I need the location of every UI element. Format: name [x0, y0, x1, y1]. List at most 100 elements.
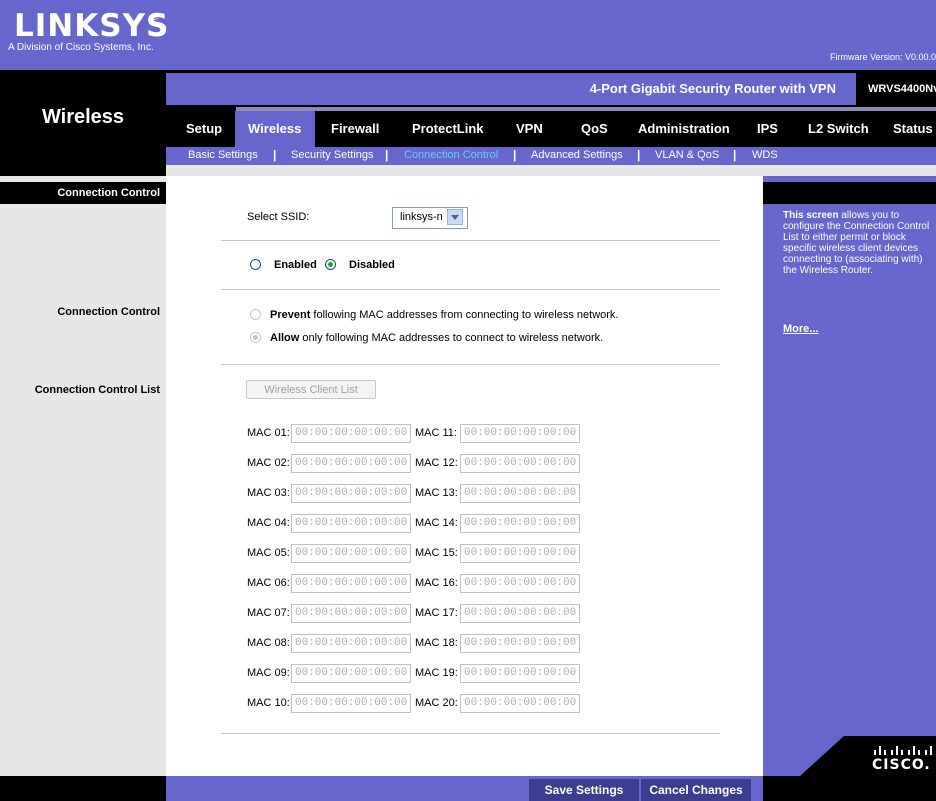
mac-label: MAC 05:: [247, 547, 290, 559]
mac-address-input[interactable]: 00:00:00:00:00:00: [460, 514, 580, 533]
ssid-select-value: linksys-n: [400, 211, 443, 223]
subtab-wds[interactable]: WDS: [752, 149, 778, 161]
divider: [221, 364, 720, 365]
tab-firewall[interactable]: Firewall: [331, 121, 379, 136]
mac-address-input[interactable]: 00:00:00:00:00:00: [291, 424, 411, 443]
mac-label: MAC 12:: [415, 457, 458, 469]
mac-address-input[interactable]: 00:00:00:00:00:00: [460, 694, 580, 713]
mac-address-input[interactable]: 00:00:00:00:00:00: [291, 604, 411, 623]
divider: [221, 240, 720, 241]
help-panel-header: [763, 182, 936, 204]
subnav-separator: |: [385, 148, 389, 162]
tab-l2-switch[interactable]: L2 Switch: [808, 121, 869, 136]
mac-label: MAC 02:: [247, 457, 290, 469]
cisco-bars-icon: [874, 746, 932, 755]
tab-wireless[interactable]: Wireless: [248, 121, 301, 136]
mac-address-input[interactable]: 00:00:00:00:00:00: [460, 664, 580, 683]
help-text: This screen allows you to configure the …: [783, 210, 931, 276]
mac-label: MAC 06:: [247, 577, 290, 589]
tab-ips[interactable]: IPS: [757, 121, 778, 136]
subnav-separator: |: [513, 148, 517, 162]
mac-address-input[interactable]: 00:00:00:00:00:00: [460, 454, 580, 473]
mac-label: MAC 20:: [415, 697, 458, 709]
prevent-option-text: Prevent following MAC addresses from con…: [270, 309, 619, 321]
mac-label: MAC 19:: [415, 667, 458, 679]
product-bar-divider: [166, 70, 936, 73]
tab-setup[interactable]: Setup: [186, 121, 222, 136]
enabled-label: Enabled: [274, 259, 317, 271]
mac-address-input[interactable]: 00:00:00:00:00:00: [291, 574, 411, 593]
allow-radio[interactable]: [250, 332, 261, 343]
allow-option-text: Allow only following MAC addresses to co…: [270, 332, 603, 344]
cisco-logo: CISCO.: [872, 757, 931, 773]
mac-address-input[interactable]: 00:00:00:00:00:00: [291, 454, 411, 473]
subnav-separator: |: [637, 148, 641, 162]
footer-left: [0, 776, 166, 801]
help-more-link[interactable]: More...: [783, 323, 818, 335]
mac-label: MAC 16:: [415, 577, 458, 589]
connection-control-label: Connection Control: [57, 306, 160, 318]
mac-label: MAC 07:: [247, 607, 290, 619]
tab-qos[interactable]: QoS: [581, 121, 608, 136]
mac-address-input[interactable]: 00:00:00:00:00:00: [460, 424, 580, 443]
prevent-description: following MAC addresses from connecting …: [310, 309, 619, 321]
tab-vpn[interactable]: VPN: [516, 121, 543, 136]
wireless-client-list-button[interactable]: Wireless Client List: [246, 380, 376, 399]
mac-label: MAC 17:: [415, 607, 458, 619]
ssid-label: Select SSID:: [247, 211, 310, 223]
mac-address-input[interactable]: 00:00:00:00:00:00: [291, 514, 411, 533]
mac-label: MAC 10:: [247, 697, 290, 709]
mac-label: MAC 03:: [247, 487, 290, 499]
subnav-separator: |: [273, 148, 277, 162]
mac-label: MAC 13:: [415, 487, 458, 499]
mac-label: MAC 14:: [415, 517, 458, 529]
tab-status[interactable]: Status: [893, 121, 933, 136]
mac-address-input[interactable]: 00:00:00:00:00:00: [460, 604, 580, 623]
mac-address-input[interactable]: 00:00:00:00:00:00: [460, 574, 580, 593]
mac-label: MAC 08:: [247, 637, 290, 649]
model-name: WRVS4400Nv: [856, 73, 936, 105]
subtab-advanced-settings[interactable]: Advanced Settings: [531, 149, 623, 161]
cancel-changes-button[interactable]: Cancel Changes: [641, 779, 751, 801]
divider: [221, 733, 720, 734]
registered-mark: ®: [152, 12, 159, 22]
division-text: A Division of Cisco Systems, Inc.: [8, 42, 154, 53]
subtab-basic-settings[interactable]: Basic Settings: [188, 149, 258, 161]
main-nav-rule: [236, 107, 936, 111]
tab-protectlink[interactable]: ProtectLink: [412, 121, 484, 136]
mac-address-input[interactable]: 00:00:00:00:00:00: [460, 544, 580, 563]
left-header-label: Connection Control: [57, 187, 160, 199]
mac-label: MAC 04:: [247, 517, 290, 529]
mac-address-input[interactable]: 00:00:00:00:00:00: [291, 544, 411, 563]
divider: [221, 289, 720, 290]
mac-address-input[interactable]: 00:00:00:00:00:00: [460, 484, 580, 503]
mac-label: MAC 18:: [415, 637, 458, 649]
subtab-connection-control[interactable]: Connection Control: [404, 149, 498, 161]
allow-keyword: Allow: [270, 332, 300, 344]
mac-address-input[interactable]: 00:00:00:00:00:00: [291, 664, 411, 683]
mac-address-input[interactable]: 00:00:00:00:00:00: [460, 634, 580, 653]
tab-administration[interactable]: Administration: [638, 121, 730, 136]
allow-description: only following MAC addresses to connect …: [299, 332, 604, 344]
disabled-radio[interactable]: [325, 259, 336, 270]
mac-address-input[interactable]: 00:00:00:00:00:00: [291, 484, 411, 503]
subtab-vlan-qos[interactable]: VLAN & QoS: [655, 149, 719, 161]
mac-label: MAC 11:: [415, 427, 457, 439]
product-name: 4-Port Gigabit Security Router with VPN: [589, 81, 836, 96]
connection-control-list-label: Connection Control List: [34, 384, 160, 396]
chevron-down-icon[interactable]: [447, 209, 463, 225]
save-settings-button[interactable]: Save Settings: [529, 779, 639, 801]
mac-label: MAC 09:: [247, 667, 290, 679]
mac-address-input[interactable]: 00:00:00:00:00:00: [291, 634, 411, 653]
enabled-radio[interactable]: [250, 259, 261, 270]
firmware-version: Firmware Version: V0.00.0: [829, 52, 936, 62]
mac-address-input[interactable]: 00:00:00:00:00:00: [291, 694, 411, 713]
disabled-label: Disabled: [349, 259, 395, 271]
section-title: Wireless: [41, 106, 125, 128]
linksys-logo: LINKSYS: [14, 8, 170, 44]
subtab-security-settings[interactable]: Security Settings: [291, 149, 374, 161]
mac-label: MAC 01:: [247, 427, 290, 439]
content-top-strip: [166, 165, 936, 176]
prevent-radio[interactable]: [250, 309, 261, 320]
left-label-column: [0, 176, 166, 776]
